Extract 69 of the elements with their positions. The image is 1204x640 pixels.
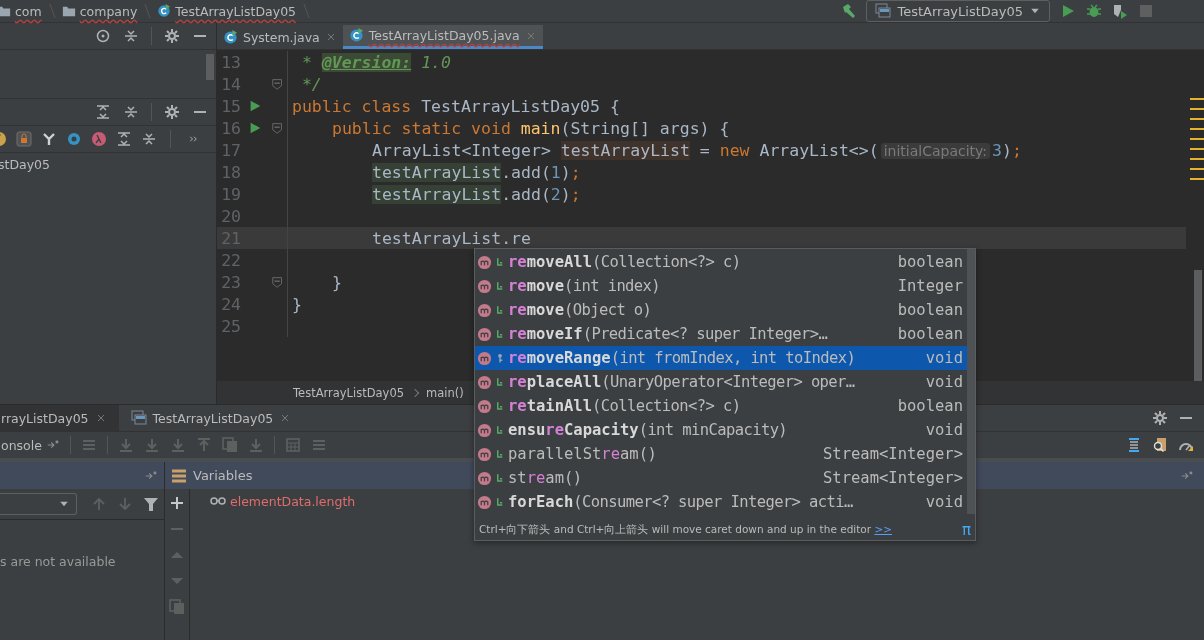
line-number: 13 (220, 52, 241, 72)
line-number: 22 (220, 250, 241, 270)
code-keyword: ; (1011, 140, 1022, 160)
debug-tab[interactable]: rrayListDay05 (0, 405, 119, 431)
line-number: 15 (220, 96, 241, 116)
breadcrumb-item[interactable]: main() (426, 385, 464, 400)
status-message: s are not available (0, 554, 117, 569)
hint-text: Ctrl+向下箭头 and Ctrl+向上箭头 will move caret down and up in the editor >> (479, 523, 893, 537)
completion-item[interactable]: replaceAll(UnaryOperator<Integer> oper… void (475, 370, 967, 394)
method-name: main (520, 118, 561, 138)
variable-highlight: testArrayList (372, 162, 502, 182)
run-configuration-dropdown[interactable]: TestArrayListDay05 (866, 0, 1050, 22)
breadcrumb-item[interactable]: TestArrayListDay05 (293, 385, 405, 400)
number-literal: 3 (992, 140, 1002, 160)
parameter-hint: initialCapacity: (880, 142, 991, 159)
code-keyword: public class (292, 96, 413, 116)
line-number: 14 (220, 74, 241, 94)
code-text: .add( (501, 184, 551, 204)
code-text: ArrayList<>( (758, 140, 879, 160)
variable-highlight: testArrayList (372, 184, 502, 204)
code-text: } (292, 294, 302, 314)
completion-item[interactable]: st ream() Stream<Integer> (475, 466, 967, 490)
line-number: 18 (220, 162, 241, 182)
code-text: testArrayList.re (372, 228, 531, 248)
code-text: .add( (501, 162, 551, 182)
variable-highlight: testArrayList (560, 140, 690, 160)
completion-item[interactable]: forEach(Consumer<? super Integer> acti… void (475, 490, 967, 514)
completion-item[interactable]: removeIf(Predicate<? super Integer>… boolean (475, 322, 967, 346)
debug-tab[interactable]: TestArrayListDay05 (118, 405, 304, 431)
code-keyword: ; (570, 162, 581, 182)
number-literal: 1 (550, 162, 561, 182)
code-text: TestArrayListDay05 { (421, 96, 620, 116)
code-text: ) (1002, 140, 1012, 160)
completion-item[interactable]: remove(Object o) boolean (475, 298, 967, 322)
code-comment: * (300, 52, 313, 72)
completion-item[interactable]: removeRange(int fromIndex, int toIndex) void (475, 346, 967, 370)
line-number: 23 (220, 272, 241, 292)
breadcrumb-item[interactable]: TestArrayListDay05 (154, 3, 300, 19)
code-text: = (698, 140, 711, 160)
line-number: 17 (220, 140, 241, 160)
line-number: 25 (220, 316, 241, 336)
code-text: } (332, 272, 342, 292)
code-comment: 1.0 (420, 52, 451, 72)
number-literal: 2 (550, 184, 561, 204)
line-number: 20 (220, 206, 241, 226)
code-text: ) (560, 184, 571, 204)
line-number: 16 (220, 118, 241, 138)
code-keyword: public static void (332, 118, 512, 138)
code-text: ) (560, 162, 571, 182)
more-link[interactable]: >> (874, 523, 893, 535)
line-number: 19 (220, 184, 241, 204)
breadcrumb-item[interactable]: com (0, 3, 45, 19)
code-text: ArrayList<Integer> (372, 140, 552, 160)
code-keyword: new (719, 140, 750, 160)
console-tab[interactable]: onsole (0, 437, 60, 453)
code-text: (String[] args) { (560, 118, 730, 138)
completion-item[interactable]: removeAll(Collection<?> c) boolean (475, 250, 967, 274)
completion-item[interactable]: retainAll(Collection<?> c) boolean (475, 394, 967, 418)
completion-item[interactable]: remove(int index) Integer (475, 274, 967, 298)
editor-tab[interactable]: TestArrayListDay05.java (342, 25, 543, 49)
pi-symbol[interactable]: π (961, 521, 971, 539)
line-number: 24 (220, 294, 241, 314)
completion-item[interactable]: parallelSt ream() Stream<Integer> (475, 442, 967, 466)
code-keyword: ; (570, 184, 581, 204)
completion-item[interactable]: ensureCapacity(int minCapacity) void (475, 418, 967, 442)
breadcrumb-item[interactable]: company (58, 3, 141, 19)
doc-tag: @Version: (321, 52, 412, 72)
code-comment: */ (300, 74, 322, 94)
watch-expression[interactable]: elementData.length (230, 493, 356, 509)
